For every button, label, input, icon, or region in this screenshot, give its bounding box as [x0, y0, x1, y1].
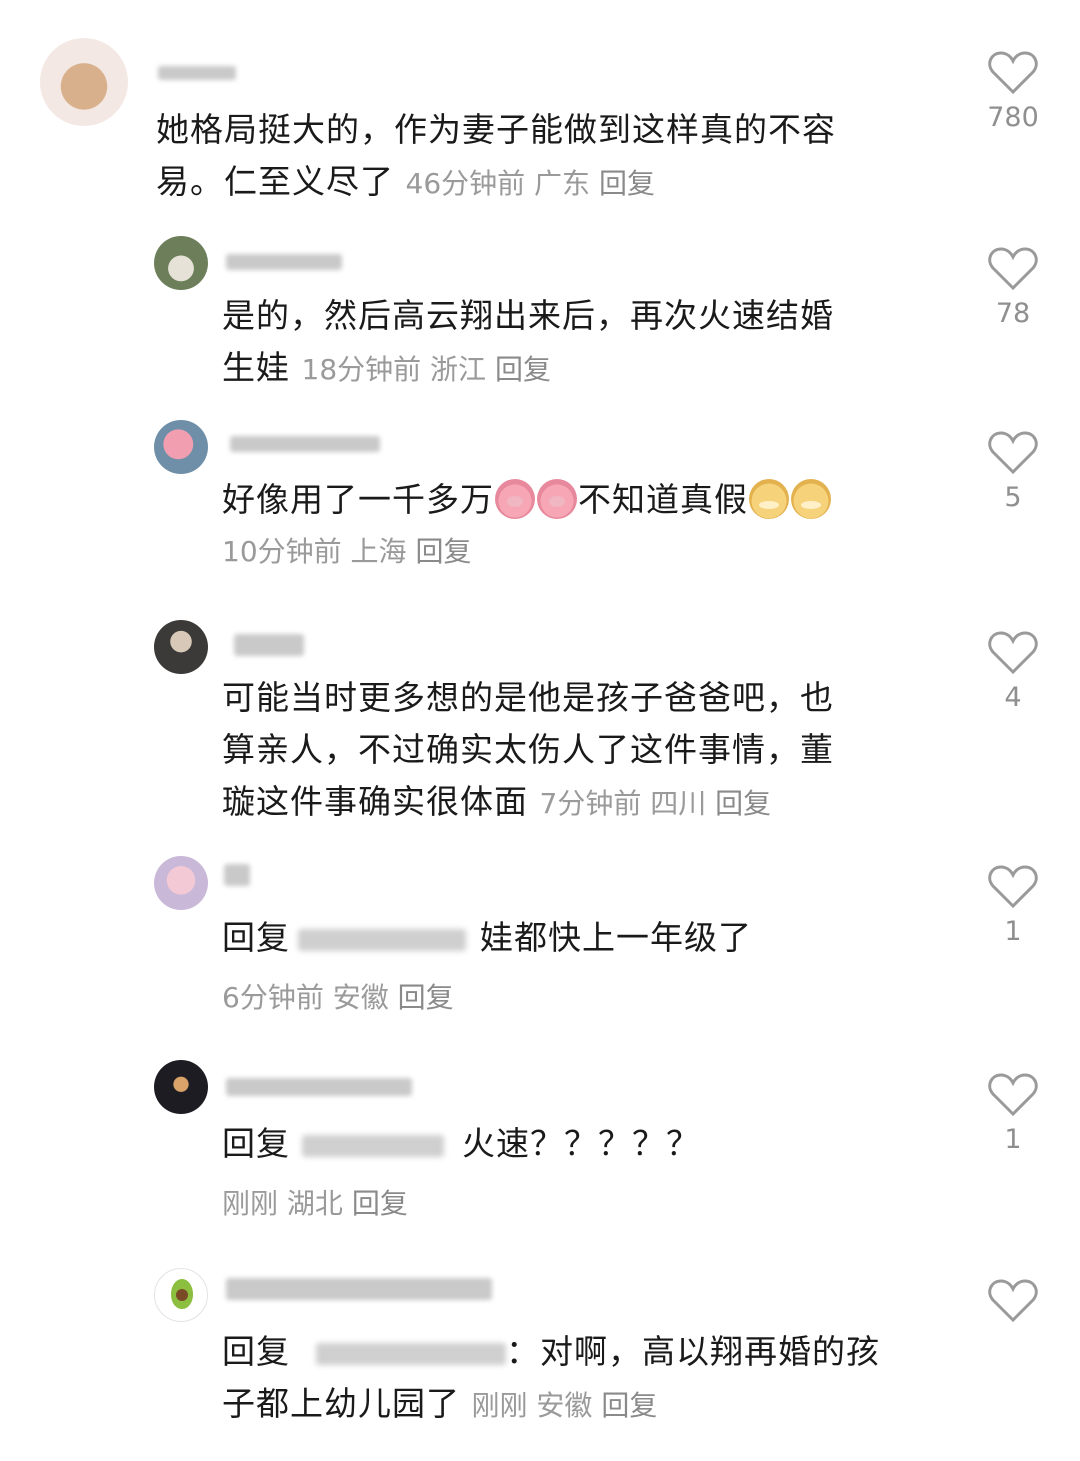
- comment-time: 10分钟前: [222, 535, 342, 568]
- comment-text: 回复 娃都快上一年级了 6分钟前 安徽 回复: [222, 918, 752, 1014]
- pig-avatar-icon[interactable]: [154, 420, 208, 474]
- comment-time: 刚刚: [222, 1187, 279, 1220]
- heart-icon: [988, 1073, 1038, 1117]
- username-masked[interactable]: [224, 864, 250, 886]
- mention-masked[interactable]: [316, 1343, 506, 1365]
- comment-location: 四川: [650, 787, 707, 820]
- comment-text: 回复 ：对啊，高以翔再婚的孩 子都上幼儿园了 刚刚 安徽 回复: [222, 1332, 880, 1423]
- reply-button[interactable]: 回复: [715, 787, 771, 820]
- like-count: 1: [1004, 1124, 1022, 1155]
- reply-button[interactable]: 回复: [599, 167, 655, 200]
- like-button[interactable]: [983, 1278, 1043, 1330]
- comment-text: 她格局挺大的，作为妻子能做到这样真的不容 易。仁至义尽了 46分钟前 广东 回复: [156, 110, 836, 201]
- comment-text: 是的，然后高云翔出来后，再次火速结婚 生娃 18分钟前 浙江 回复: [222, 296, 834, 387]
- like-count: 780: [987, 102, 1039, 133]
- comment-location: 湖北: [286, 1187, 343, 1220]
- comment-text: 回复 火速？？？？？ 刚刚 湖北 回复: [222, 1124, 700, 1220]
- like-count: 78: [995, 298, 1031, 329]
- comment-location: 安徽: [332, 981, 389, 1014]
- comment-text: 好像用了一千多万 不知道真假 10分钟前 上海 回复: [222, 474, 942, 578]
- reply-button[interactable]: 回复: [601, 1389, 657, 1422]
- username-masked[interactable]: [234, 634, 304, 656]
- like-button[interactable]: 1: [983, 1072, 1043, 1156]
- username-masked[interactable]: [226, 1278, 492, 1300]
- like-button[interactable]: 4: [983, 630, 1043, 714]
- heart-icon: [988, 431, 1038, 475]
- mention-masked[interactable]: [298, 929, 466, 951]
- duck-emoji: [749, 479, 789, 519]
- heart-icon: [988, 1279, 1038, 1323]
- comment-location: 上海: [350, 535, 407, 568]
- duck-emoji: [791, 479, 831, 519]
- like-count: 5: [1004, 482, 1022, 513]
- username-masked[interactable]: [226, 1078, 412, 1096]
- comment-time: 7分钟前: [539, 787, 642, 820]
- like-button[interactable]: 5: [983, 430, 1043, 514]
- reply-button[interactable]: 回复: [495, 353, 551, 386]
- girl-avatar-icon[interactable]: [154, 856, 208, 910]
- like-count: 4: [1004, 682, 1022, 713]
- heart-icon: [988, 51, 1038, 95]
- comment-location: 广东: [534, 167, 591, 200]
- comment-location: 浙江: [430, 353, 487, 386]
- avocado-avatar-icon[interactable]: [154, 1268, 208, 1322]
- firework-avatar-icon[interactable]: [154, 1060, 208, 1114]
- like-button[interactable]: 78: [983, 246, 1043, 330]
- heart-icon: [988, 865, 1038, 909]
- reply-button[interactable]: 回复: [352, 1187, 408, 1220]
- mention-masked[interactable]: [302, 1135, 444, 1157]
- heart-icon: [988, 247, 1038, 291]
- like-button[interactable]: 1: [983, 864, 1043, 948]
- comment-time: 18分钟前: [301, 353, 422, 386]
- dogs-avatar-icon[interactable]: [154, 236, 208, 290]
- bear-avatar-icon[interactable]: [40, 38, 128, 126]
- like-button[interactable]: 780: [983, 50, 1043, 134]
- like-count: 1: [1004, 916, 1022, 947]
- comment-text: 可能当时更多想的是他是孩子爸爸吧，也 算亲人，不过确实太伤人了这件事情，董 璇这…: [222, 678, 834, 821]
- pig-emoji: [537, 479, 577, 519]
- reply-button[interactable]: 回复: [415, 535, 471, 568]
- comment-time: 6分钟前: [222, 981, 324, 1014]
- heart-icon: [988, 631, 1038, 675]
- comment-time: 刚刚: [471, 1389, 528, 1422]
- comment-location: 安徽: [536, 1389, 593, 1422]
- username-masked[interactable]: [230, 436, 380, 452]
- pig-emoji: [495, 479, 535, 519]
- username-masked[interactable]: [158, 66, 236, 80]
- reply-button[interactable]: 回复: [398, 981, 454, 1014]
- username-masked[interactable]: [226, 254, 342, 270]
- person-avatar-icon[interactable]: [154, 620, 208, 674]
- comment-time: 46分钟前: [405, 167, 526, 200]
